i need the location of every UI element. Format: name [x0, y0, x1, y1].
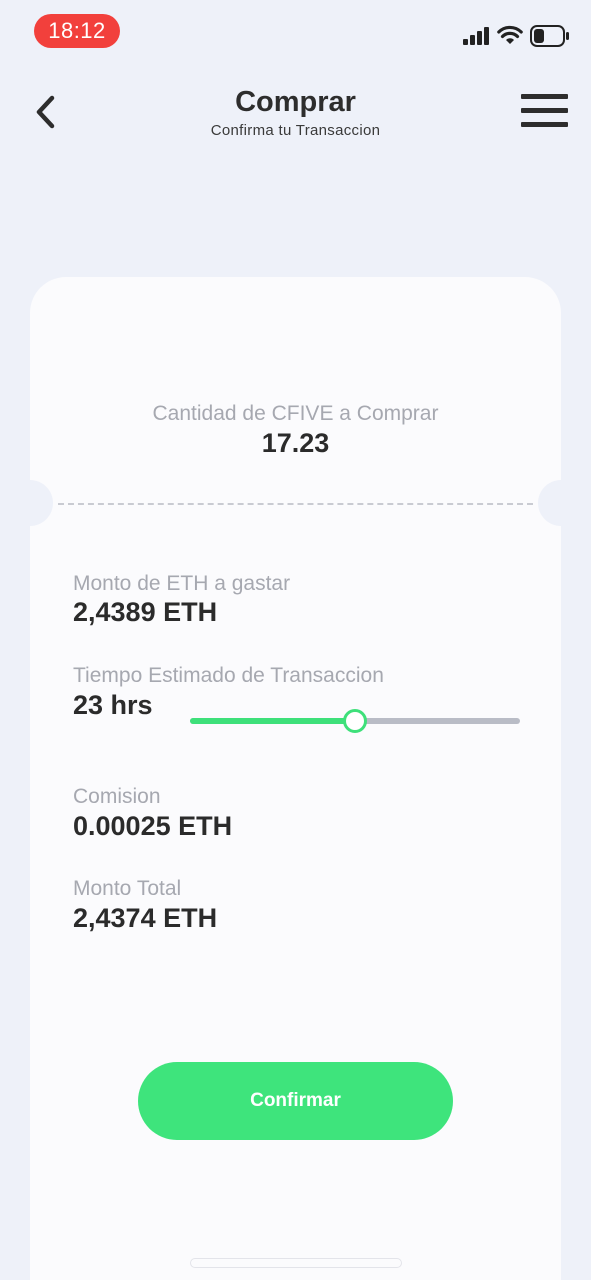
- total-value: 2,4374 ETH: [73, 903, 218, 933]
- time-estimate-value: 23 hrs: [73, 690, 153, 720]
- header: Comprar Confirma tu Transaccion: [0, 80, 591, 150]
- total-label: Monto Total: [73, 877, 182, 900]
- status-time: 18:12: [34, 14, 120, 48]
- page-title: Comprar: [235, 86, 356, 118]
- eth-amount-label: Monto de ETH a gastar: [73, 572, 291, 595]
- quantity-value: 17.23: [261, 428, 330, 458]
- status-bar: 18:12: [0, 0, 591, 62]
- screen: 18:12 Comprar Confirma tu Transaccion Ca…: [0, 0, 591, 1280]
- ticket-notch-right: [538, 480, 584, 526]
- time-slider[interactable]: [190, 707, 520, 735]
- quantity-label: Cantidad de CFIVE a Comprar: [152, 402, 439, 425]
- fee-value: 0.00025 ETH: [73, 811, 233, 841]
- slider-fill: [190, 718, 355, 724]
- menu-button[interactable]: [518, 92, 570, 132]
- wifi-icon: [497, 25, 523, 44]
- page-subtitle: Confirma tu Transaccion: [210, 122, 381, 139]
- confirm-button[interactable]: Confirmar: [138, 1062, 453, 1140]
- home-indicator: [190, 1258, 402, 1268]
- slider-thumb[interactable]: [343, 709, 367, 733]
- fee-label: Comision: [73, 785, 161, 808]
- eth-amount-value: 2,4389 ETH: [73, 597, 218, 627]
- ticket-divider: [58, 503, 533, 505]
- battery-icon: [530, 25, 569, 47]
- time-estimate-label: Tiempo Estimado de Transaccion: [73, 664, 384, 687]
- ticket-notch-left: [7, 480, 53, 526]
- signal-icon: [463, 27, 489, 45]
